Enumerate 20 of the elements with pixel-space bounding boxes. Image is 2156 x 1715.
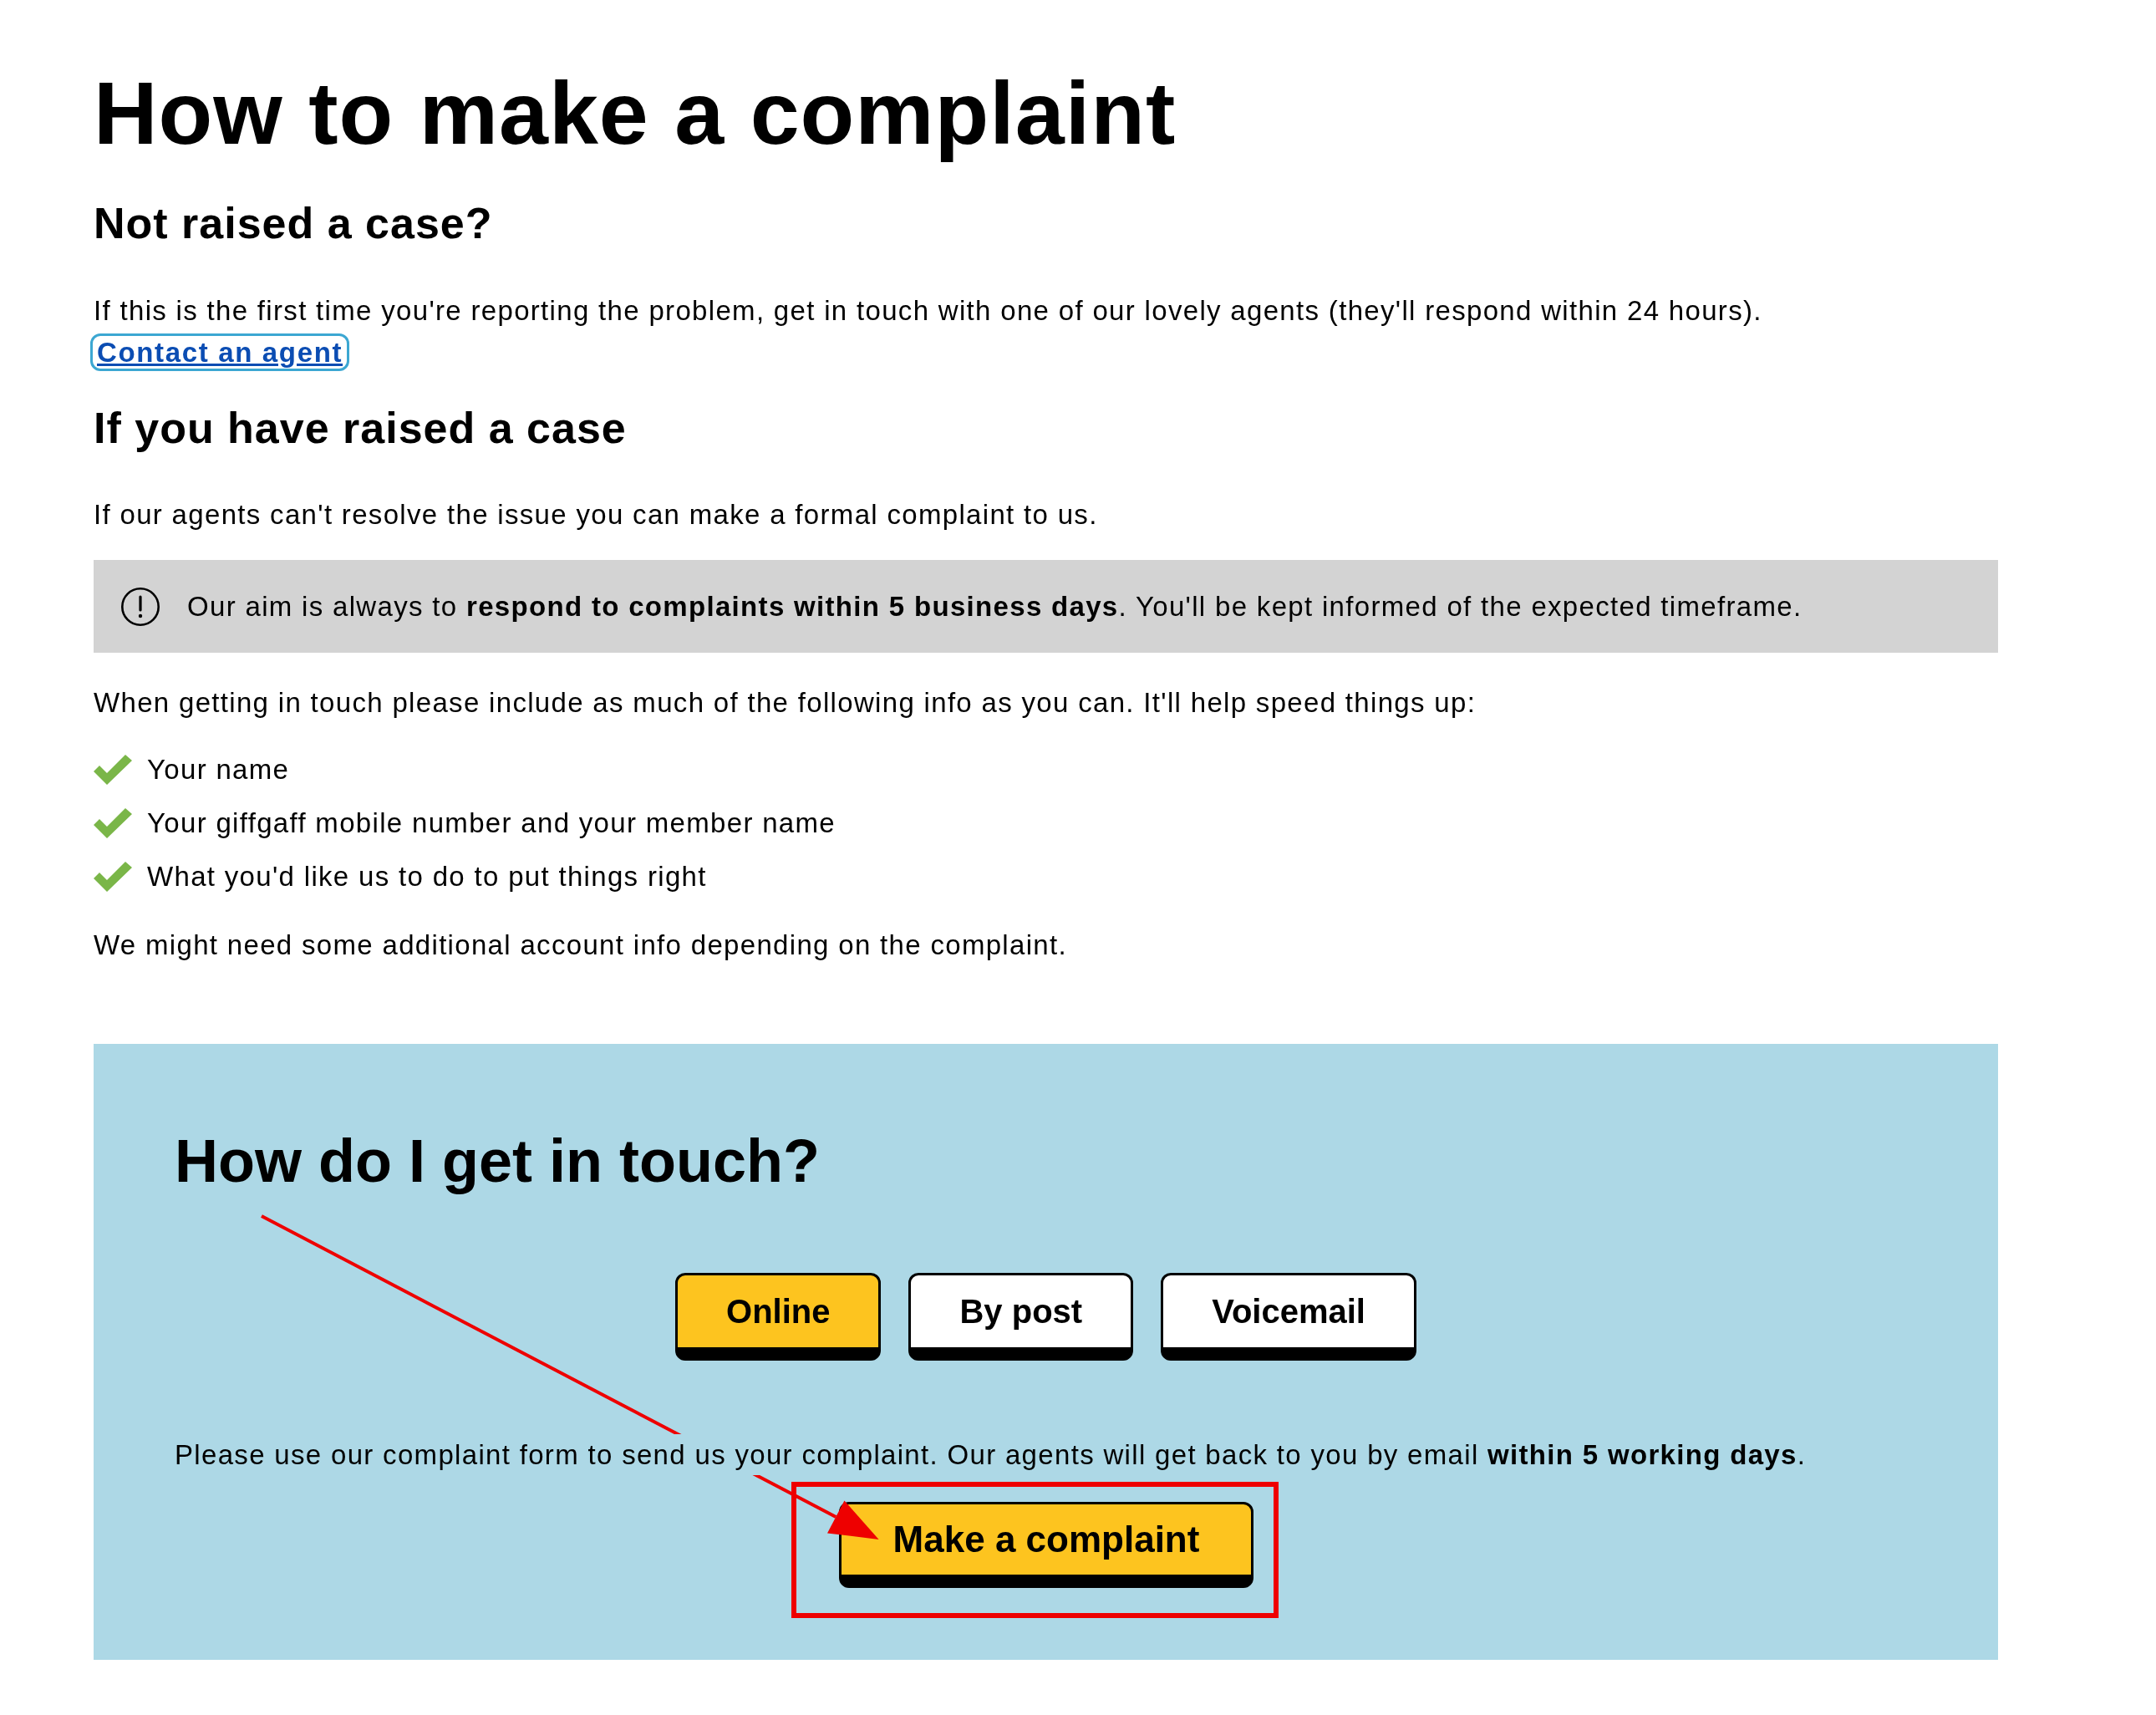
checkmark-icon xyxy=(94,807,132,838)
page-title: How to make a complaint xyxy=(94,63,1177,164)
checklist-item: Your name xyxy=(147,752,290,786)
paragraph: If our agents can't resolve the issue you can make a formal complaint to us. xyxy=(94,497,1099,532)
section-heading: Not raised a case? xyxy=(94,199,494,248)
contact-method-tab[interactable]: Voicemail xyxy=(1161,1272,1416,1361)
checkmark-icon xyxy=(94,754,132,785)
contact-method-tab[interactable]: Online xyxy=(675,1272,882,1361)
notice-text: Our aim is always to respond to complaints within 5 business days. You'll be kept informed of the expected timeframe. xyxy=(187,589,1803,623)
contact-method-tab[interactable]: By post xyxy=(908,1272,1134,1361)
make-complaint-button[interactable]: Make a complaint xyxy=(838,1502,1254,1589)
paragraph: When getting in touch please include as much of the following info as you can. It'll help speed things up: xyxy=(94,686,1477,720)
checklist-item: What you'd like us to do to put things right xyxy=(147,859,707,893)
panel-heading: How do I get in touch? xyxy=(175,1127,821,1197)
paragraph: If this is the first time you're reporting the problem, get in touch with one of our lovely agents (they'll respond within 24 hours). Contact an agent xyxy=(94,290,1998,374)
checkmark-icon xyxy=(94,861,132,892)
section-heading: If you have raised a case xyxy=(94,404,628,453)
paragraph: We might need some additional account info depending on the complaint. xyxy=(94,928,1068,962)
checklist-item: Your giffgaff mobile number and your member name xyxy=(147,806,836,840)
exclamation-circle-icon xyxy=(121,587,160,626)
